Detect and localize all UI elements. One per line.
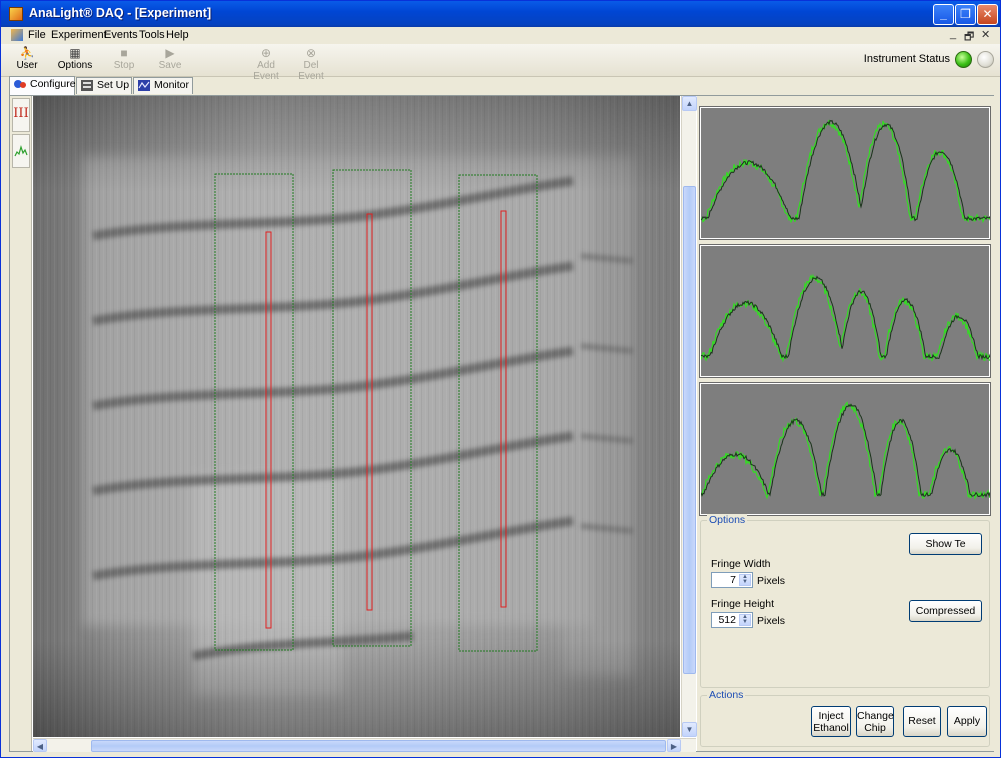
configure-icon: [14, 80, 26, 88]
stop-icon: ■: [120, 46, 128, 60]
fringe-profile-traces-3: [700, 401, 992, 500]
stop-label: Stop: [113, 60, 135, 71]
fringe-profile-plot-2: [699, 244, 992, 378]
reference-trace: [700, 273, 992, 363]
options-icon: ▦: [69, 46, 81, 60]
spinner-arrows-icon[interactable]: ▲ ▼: [739, 614, 751, 626]
tab-monitor[interactable]: Monitor: [133, 77, 193, 94]
del-event-icon: ⊗: [305, 46, 317, 60]
view-sidebar: III: [10, 96, 32, 751]
change-chip-label-1: Change: [857, 710, 894, 722]
add-event-button[interactable]: ⊕ Add Event: [245, 46, 287, 82]
instrument-status-label: Instrument Status: [863, 53, 950, 65]
horizontal-scroll-thumb[interactable]: [91, 740, 666, 752]
status-led-off: [977, 51, 994, 68]
app-window: AnaLight® DAQ - [Experiment] _ ❐ ✕ File …: [0, 0, 1001, 758]
close-button[interactable]: ✕: [977, 4, 998, 25]
live-trace: [700, 403, 992, 498]
mdi-icon[interactable]: [11, 29, 23, 41]
menu-events[interactable]: Events: [104, 29, 138, 41]
del-event-label: Del Event: [298, 60, 324, 82]
actions-group: Actions Inject Ethanol Change Chip Reset…: [700, 689, 990, 747]
fringe-image: [33, 96, 680, 737]
user-label: User: [16, 60, 38, 71]
image-horizontal-scrollbar[interactable]: ◀ ▶: [33, 738, 696, 752]
stop-button[interactable]: ■ Stop: [111, 46, 137, 74]
status-led-on: [955, 51, 972, 68]
maximize-button[interactable]: ❐: [955, 4, 976, 25]
monitor-icon: [138, 80, 150, 91]
tab-setup-label: Set Up: [97, 79, 130, 91]
scroll-up-button[interactable]: ▲: [682, 96, 697, 111]
fringe-view-tab[interactable]: III: [12, 98, 30, 132]
fringe-icon: III: [13, 106, 29, 121]
tab-setup[interactable]: Set Up: [76, 77, 132, 94]
minimize-button[interactable]: _: [933, 4, 954, 25]
reset-button[interactable]: Reset: [903, 706, 941, 737]
app-icon: [9, 7, 23, 21]
change-chip-button[interactable]: Change Chip: [856, 706, 894, 737]
menu-file[interactable]: File: [28, 29, 46, 41]
live-trace: [700, 275, 992, 361]
change-chip-label-2: Chip: [864, 722, 886, 734]
title-bar[interactable]: AnaLight® DAQ - [Experiment] _ ❐ ✕: [1, 1, 1000, 27]
right-panel: Options Show Te Fringe Width 7 ▲ ▼ Pixels…: [697, 96, 994, 751]
configure-panel: III ▲ ▼ ◀ ▶ Options Show Te Fringe Width…: [9, 95, 994, 752]
user-button[interactable]: ⛹ User: [13, 46, 41, 74]
fringe-width-label: Fringe Width: [711, 558, 771, 570]
setup-icon: [81, 80, 93, 91]
inject-ethanol-label-1: Inject: [818, 710, 844, 722]
fringe-image-view[interactable]: [33, 96, 680, 737]
tab-monitor-label: Monitor: [154, 79, 190, 91]
fringe-profile-traces-2: [700, 273, 992, 363]
fringe-profile-traces-1: [700, 119, 992, 224]
add-event-icon: ⊕: [260, 46, 272, 60]
fringe-profile-plot-1: [699, 106, 992, 240]
tab-configure[interactable]: Configure: [9, 76, 76, 95]
tab-configure-label: Configure: [30, 78, 76, 90]
inject-ethanol-button[interactable]: Inject Ethanol: [811, 706, 851, 737]
compressed-button[interactable]: Compressed: [909, 600, 982, 622]
menu-tools[interactable]: Tools: [139, 29, 165, 41]
options-button[interactable]: ▦ Options: [57, 46, 93, 74]
waveform-view-tab[interactable]: [12, 134, 30, 168]
fringe-width-spinner[interactable]: 7 ▲ ▼: [711, 572, 753, 588]
options-label: Options: [57, 60, 93, 71]
scroll-left-button[interactable]: ◀: [33, 739, 47, 752]
mdi-minimize-button[interactable]: _: [950, 28, 956, 40]
show-te-button[interactable]: Show Te: [909, 533, 982, 555]
toolbar: ⛹ User ▦ Options ■ Stop ▶ Save ⊕ Add Eve…: [1, 44, 1000, 82]
scroll-down-button[interactable]: ▼: [682, 722, 697, 737]
options-group: Options Show Te Fringe Width 7 ▲ ▼ Pixels…: [700, 514, 990, 688]
scroll-right-button[interactable]: ▶: [667, 739, 681, 752]
waveform-icon: [14, 144, 28, 157]
actions-legend: Actions: [707, 689, 746, 701]
menu-bar: File Experiment Events Tools Help _ 🗗 ✕: [1, 27, 1000, 44]
user-icon: ⛹: [19, 46, 35, 60]
fringe-width-value: 7: [730, 574, 736, 586]
vertical-scroll-thumb[interactable]: [683, 186, 696, 674]
fringe-width-unit: Pixels: [757, 575, 786, 587]
inject-ethanol-label-2: Ethanol: [813, 722, 849, 734]
reference-trace: [700, 119, 992, 224]
add-event-label: Add Event: [253, 60, 279, 82]
mdi-close-button[interactable]: ✕: [981, 28, 990, 41]
apply-button[interactable]: Apply: [947, 706, 987, 737]
save-label: Save: [158, 60, 182, 71]
fringe-height-value: 512: [718, 614, 736, 626]
spinner-arrows-icon[interactable]: ▲ ▼: [739, 574, 751, 586]
save-button[interactable]: ▶ Save: [157, 46, 183, 74]
image-vertical-scrollbar[interactable]: ▲ ▼: [681, 96, 697, 737]
del-event-button[interactable]: ⊗ Del Event: [291, 46, 331, 82]
live-trace: [700, 119, 992, 222]
fringe-profile-plot-3: [699, 382, 992, 516]
menu-experiment[interactable]: Experiment: [51, 29, 107, 41]
menu-help[interactable]: Help: [166, 29, 189, 41]
fringe-height-unit: Pixels: [757, 615, 786, 627]
options-legend: Options: [707, 514, 748, 526]
fringe-height-spinner[interactable]: 512 ▲ ▼: [711, 612, 753, 628]
fringe-height-label: Fringe Height: [711, 598, 775, 610]
window-title: AnaLight® DAQ - [Experiment]: [29, 6, 212, 20]
save-icon: ▶: [165, 46, 175, 60]
